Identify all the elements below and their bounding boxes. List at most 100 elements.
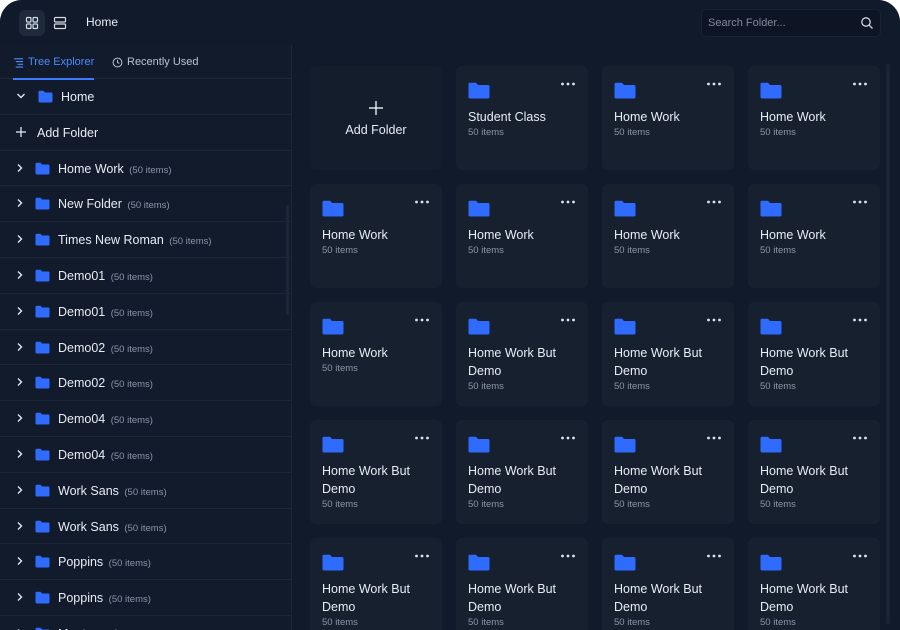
folder-card[interactable]: Home Work 50 items xyxy=(748,184,880,288)
more-options-icon[interactable] xyxy=(706,317,722,323)
more-options-icon[interactable] xyxy=(414,553,430,559)
search-box xyxy=(701,9,881,37)
folder-card[interactable]: Student Class 50 items xyxy=(456,66,588,170)
folder-icon xyxy=(468,318,490,335)
tree-item[interactable]: Demo01 (50 items) xyxy=(0,258,292,294)
folder-icon xyxy=(322,318,344,335)
tab-tree-explorer[interactable]: Tree Explorer xyxy=(13,45,95,80)
tree-item[interactable]: Home Work (50 items) xyxy=(0,151,292,187)
more-options-icon[interactable] xyxy=(414,317,430,323)
sidebar: Tree Explorer Recently Used Home Add Fol… xyxy=(0,45,292,630)
tree-item-label: Home Work (50 items) xyxy=(58,162,171,176)
chevron-right-icon[interactable] xyxy=(15,521,25,531)
chevron-right-icon[interactable] xyxy=(15,234,25,244)
tree-item[interactable]: Poppins (50 items) xyxy=(0,580,292,616)
more-options-icon[interactable] xyxy=(706,553,722,559)
folder-card[interactable]: Home Work But Demo 50 items xyxy=(602,420,734,524)
folder-card[interactable]: Home Work 50 items xyxy=(602,66,734,170)
folder-card[interactable]: Home Work But Demo 50 items xyxy=(456,302,588,406)
more-options-icon[interactable] xyxy=(852,553,868,559)
folder-card[interactable]: Home Work But Demo 50 items xyxy=(602,538,734,630)
search-icon[interactable] xyxy=(860,16,874,30)
tree-item[interactable]: Demo01 (50 items) xyxy=(0,294,292,330)
folder-card-title: Home Work xyxy=(322,346,388,360)
add-folder-card[interactable]: Add Folder xyxy=(310,66,442,170)
tree-item-count: (50 items) xyxy=(108,594,151,606)
tree-item[interactable]: Demo04 (50 items) xyxy=(0,437,292,473)
tree-item-count: (50 items) xyxy=(110,271,153,283)
folder-card[interactable]: Home Work But Demo 50 items xyxy=(456,538,588,630)
chevron-right-icon[interactable] xyxy=(15,592,25,602)
tree-item[interactable]: Demo02 (50 items) xyxy=(0,330,292,366)
list-view-button[interactable] xyxy=(47,10,73,36)
tree-item[interactable]: New Folder (50 items) xyxy=(0,186,292,223)
tree-item[interactable]: Montserrat (50 items) xyxy=(0,616,292,630)
folder-card-title: Home Work xyxy=(760,110,826,124)
more-options-icon[interactable] xyxy=(706,435,722,441)
folder-icon xyxy=(35,305,50,318)
clock-icon xyxy=(112,57,123,67)
chevron-right-icon[interactable] xyxy=(15,449,25,459)
more-options-icon[interactable] xyxy=(560,81,576,87)
tree-item-count: (50 items) xyxy=(110,450,153,462)
chevron-right-icon[interactable] xyxy=(15,485,25,495)
folder-card[interactable]: Home Work But Demo 50 items xyxy=(310,538,442,630)
folder-card[interactable]: Home Work 50 items xyxy=(310,302,442,406)
more-options-icon[interactable] xyxy=(706,81,722,87)
app-window: Home Tree Explorer Recently Used xyxy=(0,0,900,630)
sidebar-scrollbar[interactable] xyxy=(286,205,289,315)
folder-icon xyxy=(35,484,50,497)
folder-card[interactable]: Home Work 50 items xyxy=(748,66,880,170)
folder-icon xyxy=(468,554,490,571)
folder-card[interactable]: Home Work 50 items xyxy=(456,184,588,288)
folder-card[interactable]: Home Work But Demo 50 items xyxy=(456,420,588,524)
chevron-right-icon[interactable] xyxy=(15,198,25,208)
tree-item[interactable]: Work Sans (50 items) xyxy=(0,473,292,509)
chevron-right-icon[interactable] xyxy=(15,163,25,173)
folder-card[interactable]: Home Work But Demo 50 items xyxy=(310,420,442,524)
tree-item[interactable]: Demo04 (50 items) xyxy=(0,401,292,437)
more-options-icon[interactable] xyxy=(414,435,430,441)
folder-card[interactable]: Home Work But Demo 50 items xyxy=(602,302,734,406)
more-options-icon[interactable] xyxy=(560,199,576,205)
folder-card-title: Home Work But Demo xyxy=(614,464,702,496)
folder-card[interactable]: Home Work But Demo 50 items xyxy=(748,420,880,524)
more-options-icon[interactable] xyxy=(414,199,430,205)
chevron-right-icon[interactable] xyxy=(15,306,25,316)
tree-item[interactable]: Poppins (50 items) xyxy=(0,544,292,581)
folder-card-count: 50 items xyxy=(468,499,504,510)
more-options-icon[interactable] xyxy=(852,199,868,205)
chevron-right-icon[interactable] xyxy=(15,270,25,280)
chevron-right-icon[interactable] xyxy=(15,342,25,352)
more-options-icon[interactable] xyxy=(852,317,868,323)
more-options-icon[interactable] xyxy=(852,435,868,441)
folder-card-title: Home Work But Demo xyxy=(322,464,410,496)
tree-item[interactable]: Demo02 (50 items) xyxy=(0,365,292,402)
tab-recently-used[interactable]: Recently Used xyxy=(112,45,199,79)
tree-item[interactable]: Work Sans (50 items) xyxy=(0,509,292,545)
folder-card[interactable]: Home Work But Demo 50 items xyxy=(748,538,880,630)
grid-scrollbar[interactable] xyxy=(886,64,890,624)
sidebar-add-folder-button[interactable]: Add Folder xyxy=(0,115,292,151)
folder-card[interactable]: Home Work 50 items xyxy=(310,184,442,288)
search-input[interactable] xyxy=(708,10,858,36)
folder-card-count: 50 items xyxy=(468,127,504,138)
chevron-down-icon[interactable] xyxy=(16,91,26,101)
breadcrumb[interactable]: Home xyxy=(86,15,118,29)
tree-item[interactable]: Times New Roman (50 items) xyxy=(0,222,292,258)
more-options-icon[interactable] xyxy=(560,317,576,323)
tree-root-home[interactable]: Home xyxy=(0,79,292,115)
tree-item-name: Home Work xyxy=(58,161,124,176)
chevron-right-icon[interactable] xyxy=(15,413,25,423)
grid-view-button[interactable] xyxy=(19,10,45,36)
folder-icon xyxy=(35,341,50,354)
folder-card[interactable]: Home Work But Demo 50 items xyxy=(748,302,880,406)
more-options-icon[interactable] xyxy=(560,435,576,441)
tree-item-name: Demo01 xyxy=(58,304,106,319)
more-options-icon[interactable] xyxy=(706,199,722,205)
chevron-right-icon[interactable] xyxy=(15,377,25,387)
more-options-icon[interactable] xyxy=(852,81,868,87)
more-options-icon[interactable] xyxy=(560,553,576,559)
chevron-right-icon[interactable] xyxy=(15,556,25,566)
folder-card[interactable]: Home Work 50 items xyxy=(602,184,734,288)
